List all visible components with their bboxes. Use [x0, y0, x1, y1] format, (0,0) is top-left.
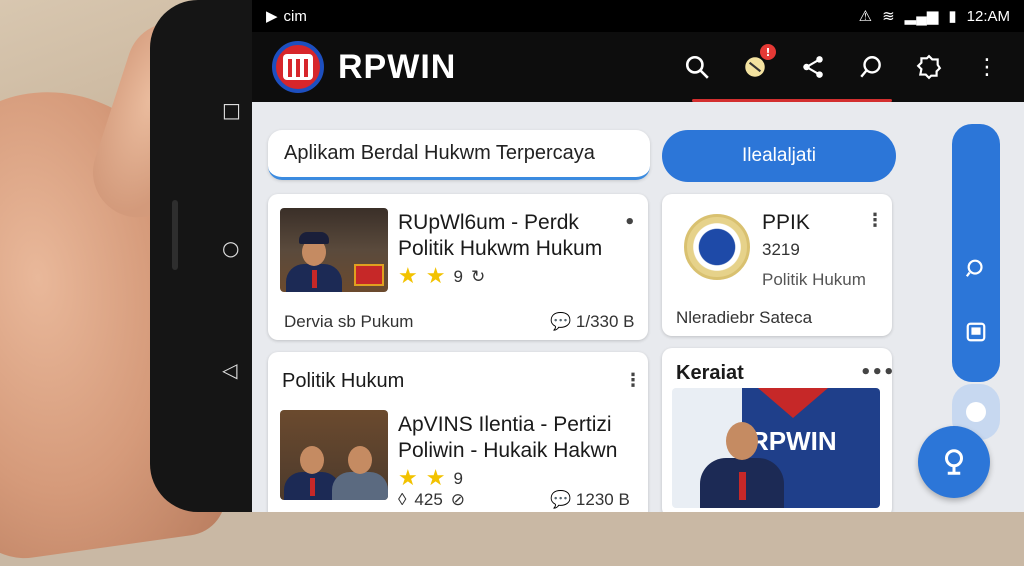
phone-side-button: [172, 200, 178, 270]
phone-screen: ▶ cim ⚠ ≋ ▂▄▆ ▮ 12:AM RPWIN ! ⋮ Aplikam …: [252, 0, 1024, 512]
media-icon: ▶: [266, 8, 278, 25]
views-icon: ◊: [398, 490, 407, 509]
article-stats: 💬 1/330 B: [550, 312, 635, 332]
comment-icon: 💬: [550, 312, 572, 331]
profile-title: PPIK: [762, 211, 810, 234]
signal-icon: ▂▄▆: [904, 8, 939, 25]
profile-footer: Nleradiebr Sateca: [676, 308, 813, 327]
status-left-text: cim: [283, 7, 307, 25]
article-thumbnail: [280, 410, 388, 500]
appbar-actions: ! ⋮: [682, 32, 1002, 102]
news-heading: Keraiat: [676, 362, 744, 384]
article-stats: 💬 1230 B: [550, 490, 630, 510]
status-bar: ▶ cim ⚠ ≋ ▂▄▆ ▮ 12:AM: [252, 0, 1024, 32]
location-fab[interactable]: [918, 426, 990, 498]
article-title-line2: Politik Hukwm Hukum: [398, 237, 603, 260]
logo-pillars-icon: [283, 54, 313, 80]
battery-icon: ▮: [948, 8, 957, 25]
side-panel-dot[interactable]: [966, 402, 986, 422]
card-more-icon[interactable]: •••: [860, 362, 895, 383]
article-title-line2: Poliwin - Hukaik Hakwn: [398, 439, 618, 462]
time-icon: ⊘: [450, 490, 466, 509]
search-input[interactable]: Aplikam Berdal Hukwm Terpercaya: [268, 130, 650, 180]
views-value: 425: [414, 490, 443, 509]
settings-icon[interactable]: [914, 52, 944, 82]
news-person: [700, 414, 784, 508]
star-icon: ★: [398, 466, 418, 491]
search-icon[interactable]: [682, 52, 712, 82]
side-panel: [952, 124, 1000, 382]
news-image: RPWIN: [672, 388, 880, 508]
rating-row: ★ ★ 9: [398, 466, 463, 491]
seal-emblem: [684, 214, 750, 280]
refresh-icon: ↻: [470, 266, 486, 286]
article-source: Dervia sb Pukum: [284, 312, 414, 331]
app-bar: RPWIN ! ⋮: [252, 32, 1024, 102]
news-card[interactable]: Keraiat ••• RPWIN: [662, 348, 895, 512]
side-search-icon[interactable]: [960, 252, 992, 284]
article-thumbnail: [280, 208, 388, 292]
clock: 12:AM: [966, 7, 1010, 25]
home-icon[interactable]: ○: [222, 236, 239, 260]
wifi-icon: ≋: [882, 8, 895, 25]
rating-value: 9: [453, 468, 463, 488]
share-icon[interactable]: [798, 52, 828, 82]
profile-card[interactable]: PPIK 3219 Politik Hukum ⋮ Nleradiebr Sat…: [662, 194, 892, 336]
article-stats-value: 1230 B: [575, 490, 630, 509]
active-tab-indicator: [692, 99, 892, 102]
profile-number: 3219: [762, 240, 800, 259]
star-icon: ★: [425, 466, 446, 491]
recent-apps-icon[interactable]: □: [222, 98, 241, 122]
star-icon: ★: [398, 264, 418, 289]
article-card[interactable]: RUpWl6um - Perdk Politik Hukwm Hukum ★ ★…: [268, 194, 648, 340]
vibrate-icon: ⚠: [858, 8, 873, 25]
section-heading: Politik Hukum: [282, 370, 405, 392]
chat-icon[interactable]: [856, 52, 886, 82]
article-card[interactable]: Politik Hukum ⋮ ApVINS Ilentia - Pertizi…: [268, 352, 648, 512]
card-more-icon[interactable]: •: [624, 212, 636, 233]
star-icon: ★: [425, 264, 446, 289]
primary-button[interactable]: Ilealaljati: [662, 130, 896, 182]
back-icon[interactable]: ◁: [222, 358, 237, 382]
rating-row: ★ ★ 9 ↻: [398, 264, 485, 289]
more-icon[interactable]: ⋮: [972, 52, 1002, 82]
article-title-line1: ApVINS Ilentia - Pertizi: [398, 413, 612, 436]
side-window-icon[interactable]: [960, 316, 992, 348]
rating-value: 9: [453, 266, 463, 286]
comment-icon: 💬: [550, 490, 572, 509]
notification-icon[interactable]: !: [740, 44, 776, 82]
article-stats-value: 1/330 B: [575, 312, 635, 331]
red-sign: [354, 264, 384, 286]
notification-badge: !: [760, 44, 776, 60]
app-name: RPWIN: [338, 47, 457, 86]
person-figure: [332, 440, 388, 500]
article-meta: ◊ 425 ⊘: [398, 490, 465, 510]
article-title-line1: RUpWl6um - Perdk: [398, 211, 579, 234]
card-more-icon[interactable]: ⋮: [866, 210, 884, 231]
card-more-icon[interactable]: ⋮: [624, 370, 642, 391]
profile-subtitle: Politik Hukum: [762, 270, 866, 289]
app-logo[interactable]: [272, 41, 324, 93]
person-figure: [286, 232, 342, 292]
